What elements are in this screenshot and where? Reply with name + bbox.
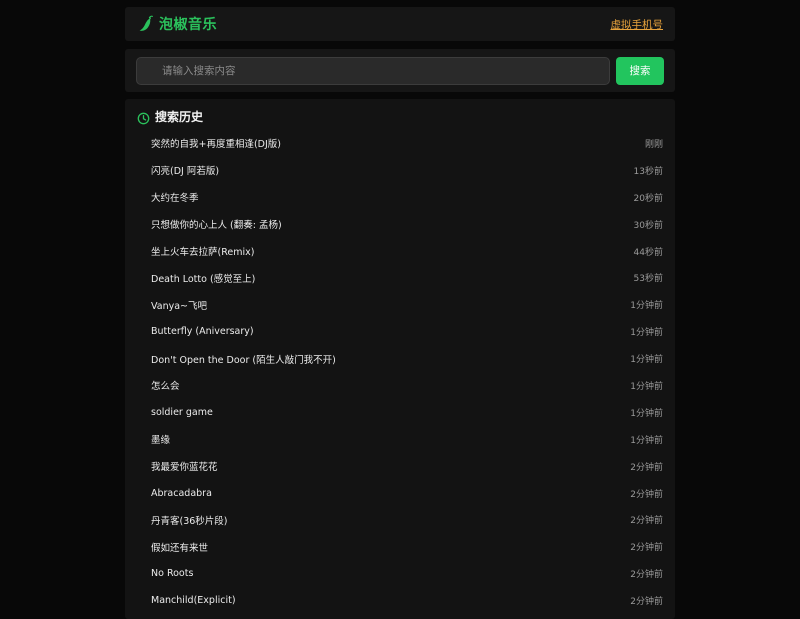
history-item[interactable]: Butterfly (Aniversary) 1分钟前: [137, 318, 663, 345]
search-history-title: 搜索历史: [155, 109, 204, 124]
app-header: 泡椒音乐 虚拟手机号: [125, 7, 675, 41]
brand[interactable]: 泡椒音乐: [138, 14, 217, 34]
history-item-time: 1分钟前: [630, 328, 663, 339]
history-item-time: 2分钟前: [630, 516, 663, 527]
search-bar: 搜索: [125, 49, 675, 92]
history-item[interactable]: Don't Open the Door (陌生人敲门我不开) 1分钟前: [137, 345, 663, 372]
history-item-title: 坐上火车去拉萨(Remix): [151, 247, 255, 258]
history-item-title: Vanya~飞吧: [151, 300, 208, 312]
history-item-time: 53秒前: [633, 274, 663, 285]
history-item[interactable]: 突然的自我+再度重相逢(DJ版) 刚刚: [137, 130, 663, 157]
history-item-time: 1分钟前: [630, 435, 663, 446]
history-item-title: Butterfly (Aniversary): [151, 326, 254, 338]
search-button[interactable]: 搜索: [616, 56, 664, 85]
history-item[interactable]: 怎么会 1分钟前: [137, 372, 663, 399]
history-item-title: Death Lotto (感觉至上): [151, 273, 256, 285]
history-item-title: 怎么会: [151, 381, 180, 393]
virtual-phone-link[interactable]: 虚拟手机号: [611, 17, 664, 32]
history-item-time: 1分钟前: [630, 381, 663, 392]
history-item-title: No Roots: [151, 568, 194, 580]
history-item[interactable]: 闪亮(DJ 阿若版) 13秒前: [137, 157, 663, 184]
history-item[interactable]: soldier game 1分钟前: [137, 399, 663, 426]
history-item-title: soldier game: [151, 406, 213, 418]
search-history-panel: 搜索历史 突然的自我+再度重相逢(DJ版) 刚刚 闪亮(DJ 阿若版) 13秒前 大…: [125, 99, 675, 619]
history-item[interactable]: 丹青客(36秒片段) 2分钟前: [137, 506, 663, 533]
history-item-time: 2分钟前: [630, 597, 663, 608]
history-item[interactable]: 坐上火车去拉萨(Remix) 44秒前: [137, 238, 663, 265]
history-item-time: 30秒前: [633, 220, 663, 231]
history-item-title: 突然的自我+再度重相逢(DJ版): [151, 139, 281, 151]
history-item[interactable]: Death Lotto (感觉至上) 53秒前: [137, 264, 663, 291]
history-item[interactable]: No Roots 2分钟前: [137, 560, 663, 587]
history-item-title: 大约在冬季: [151, 193, 199, 205]
history-item-title: 假如还有来世: [151, 542, 209, 554]
history-item[interactable]: 墨缘 1分钟前: [137, 426, 663, 453]
history-item-time: 2分钟前: [630, 543, 663, 554]
history-item-title: Abracadabra: [151, 487, 212, 499]
search-input[interactable]: [160, 63, 609, 78]
search-input-box[interactable]: [136, 56, 610, 85]
history-item[interactable]: 大约在冬季 20秒前: [137, 184, 663, 211]
history-item-time: 1分钟前: [630, 408, 663, 419]
history-item-title: 我最爱你蓝花花: [151, 462, 218, 474]
history-item-title: Don't Open the Door (陌生人敲门我不开): [151, 354, 336, 366]
brand-title: 泡椒音乐: [159, 17, 217, 33]
history-item-time: 2分钟前: [630, 462, 663, 473]
history-item-time: 20秒前: [633, 193, 663, 204]
history-item[interactable]: Manchild(Explicit) 2分钟前: [137, 587, 663, 614]
history-item-title: 墨缘: [151, 435, 171, 447]
history-item-time: 2分钟前: [630, 489, 663, 500]
history-item-time: 刚刚: [644, 139, 663, 150]
history-item[interactable]: 我最爱你蓝花花 2分钟前: [137, 453, 663, 480]
search-history-header: 搜索历史: [137, 107, 663, 125]
chili-pepper-icon: [138, 15, 154, 33]
history-item[interactable]: 假如还有来世 2分钟前: [137, 533, 663, 560]
search-history-list: 突然的自我+再度重相逢(DJ版) 刚刚 闪亮(DJ 阿若版) 13秒前 大约在冬季 2…: [137, 130, 663, 614]
history-item-time: 1分钟前: [630, 355, 663, 366]
history-item-time: 2分钟前: [630, 570, 663, 581]
history-item-title: Manchild(Explicit): [151, 595, 236, 607]
history-item[interactable]: 只想做你的心上人 (翻奏: 孟杨) 30秒前: [137, 211, 663, 238]
clock-icon: [137, 110, 150, 124]
history-item[interactable]: Abracadabra 2分钟前: [137, 480, 663, 507]
history-item-time: 1分钟前: [630, 301, 663, 312]
history-item-title: 丹青客(36秒片段): [151, 515, 228, 527]
history-item[interactable]: Vanya~飞吧 1分钟前: [137, 291, 663, 318]
history-item-title: 只想做你的心上人 (翻奏: 孟杨): [151, 220, 282, 232]
history-item-title: 闪亮(DJ 阿若版): [151, 166, 220, 178]
history-item-time: 44秒前: [633, 247, 663, 258]
history-item-time: 13秒前: [633, 166, 663, 177]
